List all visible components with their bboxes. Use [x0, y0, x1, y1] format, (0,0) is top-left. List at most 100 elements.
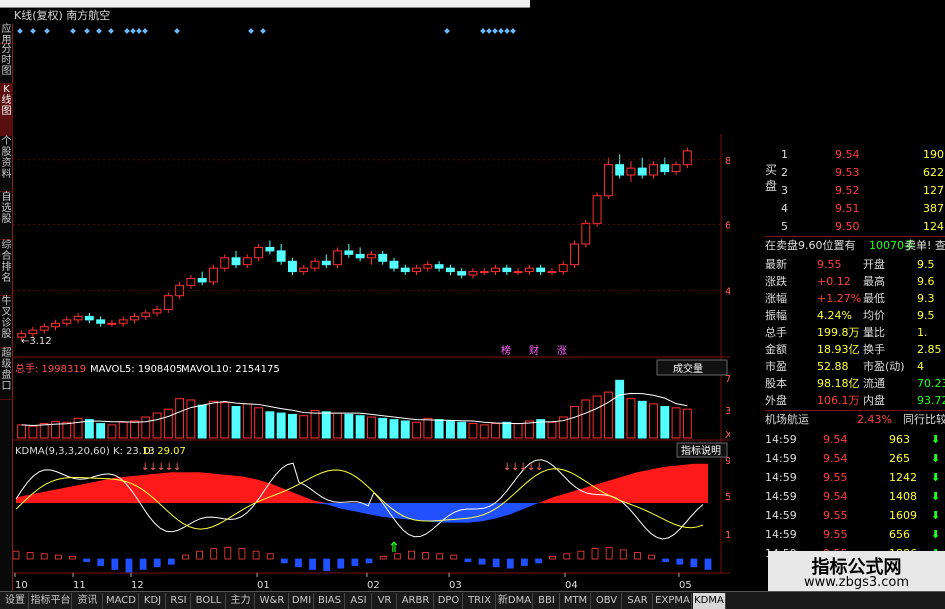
candle-body-1 — [28, 329, 38, 335]
quote-value-2: 1. — [917, 326, 928, 339]
volume-label-mavol5: MAVOL5: 1908405 — [90, 364, 182, 375]
bottom-tab-15[interactable]: TRIX — [464, 593, 496, 609]
tick-volume: 1408 — [889, 490, 917, 503]
kline-chart[interactable]: 8.34 6.46 4.55 ←3.12 榜 财 涨总手: 1998319 MAVOL5: 1… — [13, 24, 730, 595]
histogram-bar-20 — [295, 558, 302, 568]
bottom-tab-9[interactable]: DMI — [290, 593, 314, 609]
quote-value-2: 93.72 — [917, 394, 945, 407]
tick-time: 14:59 — [765, 528, 797, 541]
candle-body-32 — [378, 253, 388, 262]
volume-bar-53 — [615, 379, 625, 439]
x-tick-label-6: 04 — [565, 580, 578, 591]
volume-bar-31 — [366, 416, 376, 439]
nav-tab-0[interactable]: 应用 — [0, 24, 13, 46]
tick-price: 9.55 — [823, 509, 848, 522]
bottom-tab-14[interactable]: DPO — [435, 593, 463, 609]
bottom-tab-12[interactable]: VR — [373, 593, 397, 609]
nav-tab-7[interactable]: 超级盘口 — [0, 348, 13, 400]
volume-bar-9 — [118, 421, 128, 439]
candle-body-3 — [51, 322, 60, 328]
candle-body-54 — [626, 167, 636, 176]
bottom-tab-17[interactable]: BBI — [534, 593, 560, 609]
bottom-tab-4[interactable]: KDJ — [140, 593, 166, 609]
bottom-tab-13[interactable]: ARBR — [398, 593, 434, 609]
bottom-tab-10[interactable]: BIAS — [315, 593, 345, 609]
nav-tab-4[interactable]: 自选股 — [0, 192, 13, 240]
candle-body-12 — [152, 309, 162, 314]
nav-tab-1[interactable]: 分时图 — [0, 44, 13, 84]
volume-bar-16 — [197, 404, 207, 439]
volume-bar-27 — [321, 411, 331, 439]
bottom-tab-20[interactable]: SAR — [623, 593, 653, 609]
quote-key-2: 内盘 — [863, 394, 885, 407]
bottom-tab-18[interactable]: MTM — [561, 593, 591, 609]
price-tick-1: 6.46 — [725, 221, 730, 232]
volume-bar-35 — [412, 421, 422, 439]
histogram-bar-47 — [676, 558, 684, 565]
sector-row: 机场航运 2.43% 同行比较 — [765, 412, 945, 428]
nav-tab-6[interactable]: 牛叉诊股 — [0, 296, 13, 348]
x-tick-label-5: 03 — [449, 580, 462, 591]
quote-key-1: 涨幅 — [765, 292, 787, 305]
bottom-tab-16[interactable]: 新DMA — [497, 593, 533, 609]
volume-bar-13 — [163, 408, 173, 439]
histogram-bar-27 — [393, 553, 401, 560]
bottom-tab-21[interactable]: EXPMA — [654, 593, 692, 609]
nav-tab-3[interactable]: 个股资料 — [0, 136, 13, 192]
tick-time: 14:59 — [765, 471, 797, 484]
order-book-row-1: 2 9.53 622 — [781, 164, 945, 182]
volume-bar-51 — [592, 395, 602, 439]
histogram-bar-17 — [252, 550, 260, 560]
quote-key-1: 市盈 — [765, 360, 787, 373]
bottom-tab-5[interactable]: RSI — [167, 593, 191, 609]
bottom-tab-22[interactable]: KDMA — [693, 593, 726, 609]
volume-bar-43 — [502, 421, 512, 439]
event-marker-13 — [260, 28, 266, 34]
histogram-bar-5 — [83, 558, 91, 562]
bottom-tab-0[interactable]: 设置 — [2, 593, 29, 609]
event-marker-17 — [492, 28, 498, 34]
title-prefix: K线 — [14, 9, 33, 22]
volume-bar-52 — [603, 391, 613, 439]
bottom-tab-19[interactable]: OBV — [592, 593, 622, 609]
histogram-bar-8 — [125, 558, 133, 573]
histogram-bar-2 — [40, 553, 48, 560]
candle-body-47 — [547, 271, 557, 274]
histogram-bar-46 — [662, 558, 670, 562]
sell-order-notice: 在卖盘9.60位置有10070手卖单! 查看详 — [765, 237, 945, 255]
candle-body-36 — [423, 264, 433, 269]
order-price: 9.50 — [835, 220, 860, 233]
volume-bar-28 — [333, 412, 343, 439]
quote-value-1: 106.1万 — [817, 394, 860, 407]
quote-row-7: 股本 98.18亿流通 70.23 — [765, 375, 945, 392]
volume-bar-25 — [299, 415, 309, 439]
nav-tab-2[interactable]: K线图 — [0, 84, 13, 136]
sector-compare-link[interactable]: 同行比较 — [903, 412, 945, 428]
bottom-tab-7[interactable]: 主力 — [227, 593, 255, 609]
bottom-tab-2[interactable]: 资讯 — [73, 593, 103, 609]
histogram-bar-23 — [337, 558, 345, 569]
price-marker-2: 涨 — [557, 345, 567, 357]
volume-bar-6 — [84, 419, 94, 439]
bottom-tab-3[interactable]: MACD — [104, 593, 139, 609]
quote-value-2: 9.5 — [917, 258, 935, 271]
kdma-help-label: 指标说明 — [681, 444, 721, 457]
event-marker-8 — [130, 28, 136, 34]
bottom-tab-1[interactable]: 指标平台 — [30, 593, 72, 609]
event-marker-11 — [174, 28, 180, 34]
histogram-bar-19 — [280, 558, 288, 564]
notice-link[interactable]: 卖单! 查看详 — [905, 237, 945, 255]
candle-body-59 — [682, 150, 692, 166]
order-volume: 124 — [923, 220, 944, 233]
chart-title: K线(复权) 南方航空 — [14, 8, 554, 24]
volume-bar-23 — [276, 412, 286, 439]
candle-body-53 — [615, 164, 625, 176]
event-marker-16 — [486, 28, 492, 34]
candle-body-15 — [186, 277, 196, 286]
bottom-tab-11[interactable]: ASI — [346, 593, 372, 609]
nav-tab-5[interactable]: 综合排名 — [0, 240, 13, 296]
bottom-tab-8[interactable]: W&R — [256, 593, 289, 609]
bottom-tab-6[interactable]: BOLL — [192, 593, 226, 609]
volume-bar-11 — [141, 416, 151, 439]
tick-time: 14:59 — [765, 509, 797, 522]
